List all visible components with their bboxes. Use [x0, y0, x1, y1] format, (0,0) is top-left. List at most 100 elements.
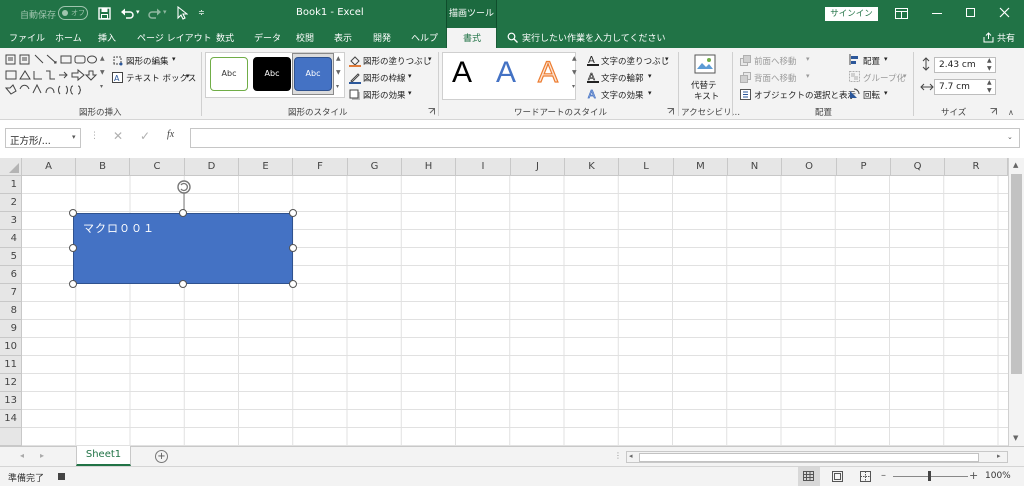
share-button[interactable]: 共有 — [997, 31, 1015, 44]
scroll-down-arrow-icon[interactable]: ▼ — [1013, 434, 1018, 442]
undo-dropdown-icon[interactable]: ▾ — [136, 8, 140, 16]
resize-handle-bottom-left[interactable] — [69, 280, 77, 288]
shape-outline-button[interactable]: 図形の枠線 — [363, 72, 406, 84]
save-icon[interactable] — [98, 7, 111, 20]
column-header[interactable]: F — [293, 158, 348, 176]
prev-sheet-icon[interactable]: ◂ — [20, 451, 24, 460]
row-header[interactable]: 6 — [0, 266, 22, 284]
tab-page-layout[interactable]: ページ レイアウト — [137, 31, 212, 44]
shape-gallery-scroll[interactable]: ▲ ▼ ▾ — [100, 55, 106, 95]
zoom-out-button[interactable]: – — [881, 470, 886, 481]
tab-format[interactable]: 書式 — [446, 28, 497, 48]
tab-help[interactable]: ヘルプ — [411, 31, 438, 44]
wordart-preset-2[interactable]: A — [496, 56, 516, 90]
edit-shape-dropdown-icon[interactable]: ▾ — [172, 55, 176, 63]
row-header[interactable]: 1 — [0, 176, 22, 194]
ribbon-display-options-icon[interactable] — [895, 8, 908, 19]
text-outline-dropdown-icon[interactable]: ▾ — [648, 72, 652, 80]
row-header[interactable]: 8 — [0, 302, 22, 320]
wordart-preset-3[interactable]: A — [537, 55, 558, 90]
tab-file[interactable]: ファイル — [9, 31, 45, 44]
text-box-dropdown-icon[interactable]: ▾ — [186, 72, 190, 80]
text-effects-button[interactable]: 文字の効果 — [601, 89, 644, 101]
text-fill-dropdown-icon[interactable]: ▾ — [665, 55, 669, 63]
column-header[interactable]: H — [402, 158, 456, 176]
select-all-corner[interactable] — [0, 158, 22, 176]
shape-style-preset-3[interactable]: Abc — [294, 57, 332, 91]
rotate-button[interactable]: 回転 — [863, 89, 880, 101]
shape-style-preset-2[interactable]: Abc — [253, 57, 291, 91]
send-backward-dropdown-icon[interactable]: ▾ — [806, 72, 810, 80]
align-dropdown-icon[interactable]: ▾ — [884, 55, 888, 63]
scroll-up-icon[interactable]: ▲ — [336, 55, 341, 62]
row-header[interactable]: 13 — [0, 392, 22, 410]
gallery-more-icon[interactable]: ▾ — [572, 83, 575, 90]
add-sheet-icon[interactable]: + — [155, 450, 168, 463]
row-header[interactable]: 3 — [0, 212, 22, 230]
dialog-launcher-icon[interactable] — [667, 108, 674, 115]
column-header[interactable]: L — [619, 158, 674, 176]
scroll-left-arrow-icon[interactable]: ◂ — [629, 452, 633, 460]
column-header[interactable]: K — [565, 158, 619, 176]
collapse-ribbon-icon[interactable]: ∧ — [1008, 108, 1014, 117]
column-header[interactable]: B — [76, 158, 130, 176]
signin-button[interactable]: サインイン — [825, 7, 878, 21]
scroll-down-icon[interactable]: ▼ — [336, 69, 341, 76]
row-header[interactable]: 7 — [0, 284, 22, 302]
scroll-up-icon[interactable]: ▲ — [572, 55, 577, 62]
row-header[interactable]: 4 — [0, 230, 22, 248]
row-header[interactable]: 9 — [0, 320, 22, 338]
row-header[interactable]: 14 — [0, 410, 22, 428]
bring-forward-dropdown-icon[interactable]: ▾ — [806, 55, 810, 63]
column-header[interactable]: E — [239, 158, 293, 176]
scroll-down-icon[interactable]: ▼ — [100, 69, 105, 76]
column-header[interactable]: J — [511, 158, 565, 176]
column-header[interactable]: M — [674, 158, 728, 176]
shape-effects-button[interactable]: 図形の効果 — [363, 89, 406, 101]
shape-gallery[interactable] — [4, 54, 98, 100]
zoom-level[interactable]: 100% — [985, 471, 1011, 481]
row-header[interactable]: 5 — [0, 248, 22, 266]
column-header[interactable]: I — [456, 158, 511, 176]
page-break-preview-icon[interactable] — [860, 471, 871, 482]
gallery-more-icon[interactable]: ▾ — [336, 83, 339, 90]
vertical-scrollbar[interactable]: ▲ ▼ — [1008, 158, 1024, 446]
formula-input[interactable]: ⌄ — [190, 128, 1020, 148]
shape-fill-dropdown-icon[interactable]: ▾ — [428, 55, 432, 63]
resize-handle-left[interactable] — [69, 244, 77, 252]
dialog-launcher-icon[interactable] — [990, 108, 997, 115]
scroll-down-icon[interactable]: ▼ — [572, 69, 577, 76]
group-button[interactable]: グループ化 — [863, 72, 905, 84]
send-backward-button[interactable]: 背面へ移動 — [754, 72, 797, 84]
insert-function-icon[interactable]: fx — [167, 129, 174, 140]
row-header[interactable]: 2 — [0, 194, 22, 212]
close-icon[interactable] — [999, 7, 1010, 18]
edit-shape-button[interactable]: 図形の編集 — [126, 55, 169, 67]
page-layout-view-icon[interactable] — [832, 471, 843, 482]
autosave-toggle[interactable]: オフ — [58, 6, 88, 20]
shape-effects-dropdown-icon[interactable]: ▾ — [408, 89, 412, 97]
name-box-dropdown-icon[interactable]: ▾ — [72, 133, 76, 141]
horizontal-scroll-thumb[interactable] — [639, 453, 979, 462]
minimize-icon[interactable] — [932, 13, 942, 14]
tab-view[interactable]: 表示 — [334, 31, 352, 44]
column-header[interactable]: C — [130, 158, 185, 176]
zoom-slider-thumb[interactable] — [928, 471, 931, 481]
zoom-in-button[interactable]: + — [969, 469, 978, 482]
bring-forward-button[interactable]: 前面へ移動 — [754, 55, 797, 67]
shape-style-preset-1[interactable]: Abc — [210, 57, 248, 91]
tab-data[interactable]: データ — [254, 31, 281, 44]
column-header[interactable]: G — [348, 158, 402, 176]
column-header[interactable]: A — [22, 158, 76, 176]
height-spin-down-icon[interactable]: ▼ — [987, 65, 992, 72]
dialog-launcher-icon[interactable] — [428, 108, 435, 115]
tab-formulas[interactable]: 数式 — [216, 31, 234, 44]
column-header[interactable]: P — [837, 158, 891, 176]
next-sheet-icon[interactable]: ▸ — [40, 451, 44, 460]
column-header[interactable]: R — [945, 158, 1008, 176]
resize-handle-top-right[interactable] — [289, 209, 297, 217]
tab-home[interactable]: ホーム — [55, 31, 82, 44]
wordart-scroll[interactable]: ▲ ▼ ▾ — [572, 55, 580, 97]
pointer-icon[interactable] — [176, 6, 188, 20]
column-header[interactable]: D — [185, 158, 239, 176]
